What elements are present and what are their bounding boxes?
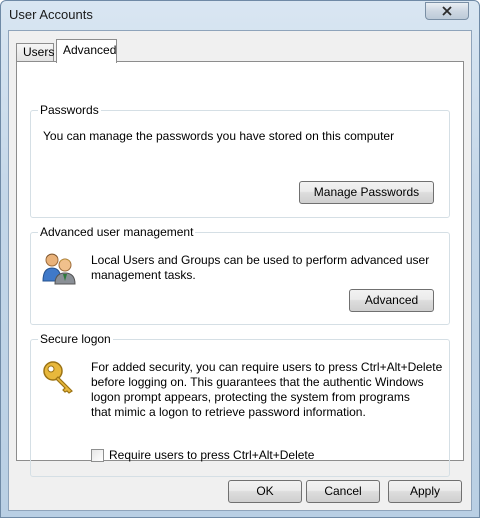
- passwords-heading: Passwords: [38, 103, 101, 117]
- advanced-description-line-1: Local Users and Groups can be used to pe…: [91, 253, 430, 267]
- cancel-button[interactable]: Cancel: [306, 480, 380, 503]
- close-icon: [442, 6, 452, 16]
- advanced-description-line-2: management tasks.: [91, 268, 196, 282]
- secure-logon-description-line-3: logon prompt appears, protecting the sys…: [91, 390, 410, 404]
- key-icon: [43, 361, 73, 394]
- tab-advanced[interactable]: Advanced: [56, 39, 117, 63]
- secure-logon-description-line-4: that mimic a logon to retrieve password …: [91, 405, 366, 419]
- users-group-icon: [42, 253, 76, 285]
- require-ctrl-alt-delete-label[interactable]: Require users to press Ctrl+Alt+Delete: [109, 448, 314, 463]
- require-ctrl-alt-delete-checkbox[interactable]: [91, 449, 104, 462]
- user-accounts-window: User Accounts Users Advanced Passwords Y…: [0, 0, 480, 518]
- ok-button[interactable]: OK: [228, 480, 302, 503]
- advanced-user-management-heading: Advanced user management: [38, 225, 196, 239]
- apply-button[interactable]: Apply: [388, 480, 462, 503]
- secure-logon-group: Secure logon For added security, you can…: [30, 332, 450, 477]
- secure-logon-heading: Secure logon: [38, 332, 113, 346]
- dialog-body: Users Advanced Passwords You can manage …: [8, 30, 472, 511]
- manage-passwords-button[interactable]: Manage Passwords: [299, 181, 434, 204]
- advanced-button[interactable]: Advanced: [349, 289, 434, 312]
- passwords-group: Passwords You can manage the passwords y…: [30, 103, 450, 218]
- close-button[interactable]: [425, 2, 469, 20]
- secure-logon-description-line-1: For added security, you can require user…: [91, 360, 443, 374]
- secure-logon-description-line-2: before logging on. This guarantees that …: [91, 375, 424, 389]
- tab-users[interactable]: Users: [16, 43, 54, 62]
- advanced-user-management-group: Advanced user management Local Users and…: [30, 225, 450, 325]
- advanced-tab-panel: Passwords You can manage the passwords y…: [16, 61, 464, 477]
- title-bar[interactable]: User Accounts: [1, 1, 479, 29]
- passwords-description: You can manage the passwords you have st…: [43, 129, 395, 143]
- window-title: User Accounts: [9, 7, 93, 22]
